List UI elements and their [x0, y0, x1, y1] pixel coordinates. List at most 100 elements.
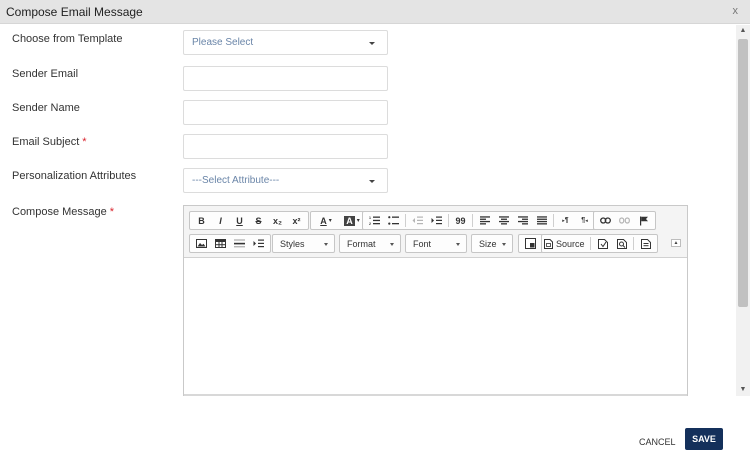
close-icon[interactable]: x [733, 5, 739, 17]
numbered-list-icon: 12 [369, 216, 380, 225]
chevron-down-icon: ▾ [356, 218, 360, 224]
anchor-button[interactable] [634, 212, 653, 229]
chevron-down-icon [324, 243, 328, 246]
sender-name-input[interactable] [183, 100, 388, 125]
justify-button[interactable] [532, 212, 551, 229]
preview-button[interactable] [612, 235, 631, 252]
insert-table-button[interactable] [211, 235, 230, 252]
maximize-group [518, 234, 543, 253]
sender-email-input[interactable] [183, 66, 388, 91]
strikethrough-button[interactable]: S [249, 212, 268, 229]
chevron-down-icon [369, 42, 375, 45]
basic-styles-group: B I U S x₂ x² [189, 211, 309, 230]
align-left-button[interactable] [475, 212, 494, 229]
special-char-button[interactable] [249, 235, 268, 252]
align-center-icon [498, 216, 509, 225]
svg-text:1: 1 [369, 216, 371, 220]
toolbar-separator [472, 214, 473, 227]
maximize-button[interactable] [521, 235, 540, 252]
numbered-list-button[interactable]: 12 [365, 212, 384, 229]
editor-toolbar: B I U S x₂ x² A ▾ A ▾ 1 2 99 ▸ ¶ ¶ ◂ Sty… [184, 206, 687, 258]
toolbar-separator [590, 237, 591, 250]
blockquote-button[interactable]: 99 [451, 212, 470, 229]
link-icon [600, 217, 611, 224]
bold-button[interactable]: B [192, 212, 211, 229]
scroll-up-icon[interactable]: ▲ [736, 25, 750, 37]
bulleted-list-icon [388, 216, 399, 225]
indent-button[interactable] [427, 212, 446, 229]
toolbar-separator [448, 214, 449, 227]
document-save-icon [597, 238, 608, 249]
align-right-icon [517, 216, 528, 225]
toolbar-separator [405, 214, 406, 227]
email-subject-input[interactable] [183, 134, 388, 159]
underline-button[interactable]: U [230, 212, 249, 229]
dialog-title: Compose Email Message [6, 5, 143, 19]
align-center-button[interactable] [494, 212, 513, 229]
insert-image-button[interactable] [192, 235, 211, 252]
compose-message-label: Compose Message * [12, 206, 115, 218]
templates-button[interactable] [636, 235, 655, 252]
compose-email-dialog: Compose Email Message x Choose from Temp… [0, 0, 750, 462]
editor-content-area[interactable] [184, 259, 687, 395]
document-group: Source [541, 234, 658, 253]
chevron-down-icon [456, 243, 460, 246]
cancel-button[interactable]: CANCEL [639, 437, 676, 447]
insert-group [189, 234, 271, 253]
required-asterisk: * [109, 206, 115, 218]
save-button[interactable]: SAVE [685, 428, 723, 450]
unlink-icon [619, 217, 630, 224]
outdent-button[interactable] [408, 212, 427, 229]
font-dropdown[interactable]: Font [405, 234, 467, 253]
toolbar-separator [633, 237, 634, 250]
preview-icon [616, 238, 627, 249]
vertical-scrollbar[interactable]: ▲ ▼ [736, 25, 750, 396]
text-direction-ltr-button[interactable]: ▸ ¶ [556, 212, 575, 229]
personalization-select[interactable]: ---Select Attribute--- [183, 168, 388, 193]
template-select[interactable]: Please Select [183, 30, 388, 55]
chevron-down-icon [502, 243, 506, 246]
toolbar-separator [553, 214, 554, 227]
image-icon [196, 239, 207, 248]
rtl-arrow-icon: ◂ [585, 217, 588, 224]
link-button[interactable] [596, 212, 615, 229]
indent-icon [431, 216, 442, 225]
text-color-button[interactable]: A ▾ [313, 212, 339, 229]
unlink-button[interactable] [615, 212, 634, 229]
chevron-down-icon: ▾ [328, 218, 332, 224]
horizontal-line-button[interactable] [230, 235, 249, 252]
maximize-icon [525, 238, 536, 249]
chevron-down-icon [390, 243, 394, 246]
source-button[interactable]: Source [544, 235, 588, 252]
flag-icon [639, 216, 648, 225]
text-direction-rtl-button[interactable]: ¶ ◂ [575, 212, 594, 229]
save-doc-button[interactable] [593, 235, 612, 252]
scrollbar-thumb[interactable] [738, 39, 748, 307]
format-dropdown[interactable]: Format [339, 234, 401, 253]
horizontal-line-icon [234, 239, 245, 248]
dialog-body: Choose from Template Please Select Sende… [0, 25, 736, 396]
indent-block-icon [253, 239, 264, 248]
personalization-label: Personalization Attributes [12, 170, 137, 182]
superscript-button[interactable]: x² [287, 212, 306, 229]
size-dropdown[interactable]: Size [471, 234, 513, 253]
bulleted-list-button[interactable] [384, 212, 403, 229]
dialog-titlebar: Compose Email Message x [0, 0, 750, 24]
email-subject-label: Email Subject * [12, 136, 87, 148]
subscript-button[interactable]: x₂ [268, 212, 287, 229]
sender-email-label: Sender Email [12, 68, 79, 80]
collapse-toolbar-icon[interactable]: ▲ [671, 239, 681, 247]
outdent-icon [412, 216, 423, 225]
svg-text:2: 2 [369, 222, 371, 225]
styles-dropdown[interactable]: Styles [272, 234, 335, 253]
background-color-icon: A [344, 215, 355, 226]
italic-button[interactable]: I [211, 212, 230, 229]
templates-icon [640, 238, 651, 249]
link-group [593, 211, 656, 230]
paragraph-group: 12 99 ▸ ¶ ¶ ◂ [362, 211, 597, 230]
scroll-down-icon[interactable]: ▼ [736, 384, 750, 396]
align-right-button[interactable] [513, 212, 532, 229]
table-icon [215, 239, 226, 248]
align-left-icon [479, 216, 490, 225]
text-color-icon: A [320, 215, 327, 226]
